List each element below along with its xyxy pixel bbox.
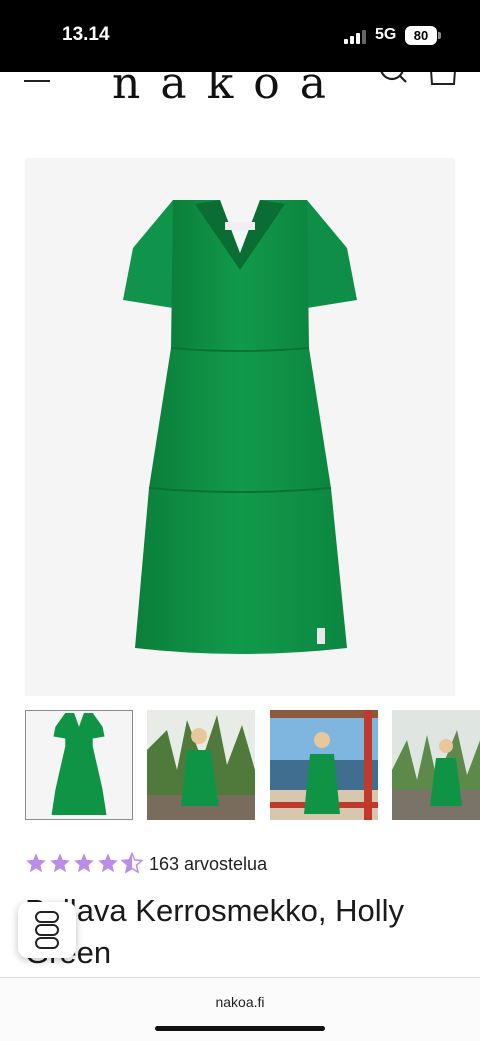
battery-icon: 80 — [405, 26, 437, 45]
product-main-image[interactable] — [25, 158, 455, 696]
star-icon — [50, 853, 70, 873]
star-icon — [98, 853, 118, 873]
thumb-model-standing-icon — [392, 710, 480, 820]
cart-icon[interactable] — [426, 72, 460, 90]
thumbnail-4[interactable] — [392, 710, 480, 820]
star-icon — [74, 853, 94, 873]
product-title: Pellava Kerrosmekko, Holly Green — [25, 893, 405, 970]
thumbnail-strip — [25, 710, 480, 820]
review-count[interactable]: 163 arvostelua — [149, 854, 267, 875]
battery-tip — [438, 32, 441, 39]
menu-icon[interactable] — [24, 72, 50, 86]
thumbnail-3[interactable] — [270, 710, 378, 820]
reviews-widget-icon — [35, 911, 59, 949]
url-text[interactable]: nakoa.fi — [0, 994, 480, 1010]
home-indicator[interactable] — [155, 1026, 325, 1031]
search-icon[interactable] — [376, 72, 410, 88]
status-bar: 13.14 5G 80 — [0, 0, 480, 72]
half-star-icon — [121, 852, 143, 874]
thumbnail-2[interactable] — [147, 710, 255, 820]
browser-address-bar[interactable]: nakoa.fi — [0, 977, 480, 1041]
status-time: 13.14 — [62, 24, 110, 45]
star-icon — [26, 853, 46, 873]
site-header: nakoa — [0, 72, 480, 112]
dress-image — [123, 200, 357, 654]
thumbnail-1[interactable] — [25, 710, 133, 820]
site-logo[interactable]: nakoa — [112, 72, 346, 109]
thumb-model-balcony-icon — [270, 710, 378, 820]
thumb-model-sitting-icon — [147, 710, 255, 820]
thumb-dress-icon — [26, 711, 132, 819]
reviews-widget-button[interactable] — [18, 902, 76, 958]
signal-icon — [344, 30, 368, 44]
network-type: 5G — [375, 26, 397, 43]
